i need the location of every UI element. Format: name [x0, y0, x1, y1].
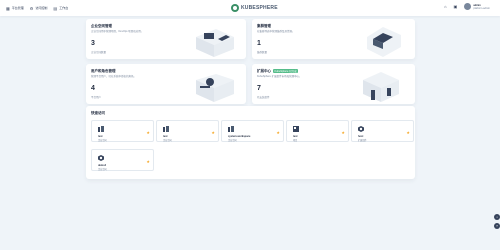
top-bar: ▦ 平台管理 ⚙ 访问控制 ▤ 工作台 KUBESPHERE ⌂ ▣ admin… — [0, 0, 500, 16]
quick-access-panel: 快速访问 test 企业空间 ★ test 企业空间 ★ system-work… — [86, 106, 415, 179]
nav-platform-label: 平台管理 — [11, 6, 24, 10]
quick-tile[interactable]: test 企业空间 ★ — [91, 120, 154, 142]
workspace-icon — [228, 126, 234, 132]
extension-icon — [358, 126, 364, 132]
quick-tile[interactable]: test 项目 ★ — [286, 120, 349, 142]
user-illustration-icon — [196, 74, 234, 102]
logo[interactable]: KUBESPHERE — [231, 4, 278, 12]
platform-icon: ▦ — [6, 5, 10, 11]
card-clusters[interactable]: 集群管理 在集群列表中管理集群及其资源。 1 集群数量 — [252, 19, 415, 59]
tile-type: 扩展组件 — [358, 140, 367, 142]
toolbox-icon[interactable]: ▪ — [494, 214, 500, 220]
quick-tile[interactable]: test 企业空间 ★ — [156, 120, 219, 142]
card-unit: 平台用户 — [91, 96, 102, 99]
card-unit: 集群数量 — [257, 51, 268, 54]
card-users[interactable]: 用户和角色管理 管理平台用户、已在系统中授权的角色。 4 平台用户 — [86, 64, 246, 104]
nav-access-control[interactable]: ⚙ 访问控制 — [30, 6, 48, 11]
tools-icon[interactable]: ⌂ — [444, 4, 446, 9]
card-value: 7 — [257, 85, 261, 92]
floating-tools: ▪ ? — [494, 214, 500, 229]
nav-workbench[interactable]: ▤ 工作台 — [53, 6, 68, 11]
tile-type: 企业空间 — [98, 169, 107, 171]
card-title-text: 扩展中心 — [257, 69, 271, 73]
star-icon[interactable]: ★ — [276, 130, 280, 135]
workspace-icon — [98, 126, 104, 132]
user-menu[interactable]: admin platform-admin — [464, 3, 490, 10]
user-role: platform-admin — [473, 6, 490, 10]
card-value: 3 — [91, 40, 95, 47]
workspace-illustration-icon — [196, 29, 234, 57]
card-unit: 已安装组件 — [257, 96, 270, 99]
card-value: 4 — [91, 85, 95, 92]
logo-mark-icon — [231, 4, 239, 12]
status-badge: KubeSphere 已完成 — [273, 69, 299, 73]
tile-type: 企业空间 — [163, 140, 172, 142]
star-icon[interactable]: ★ — [146, 159, 150, 164]
nav-workbench-label: 工作台 — [59, 6, 69, 10]
logo-text: KUBESPHERE — [241, 5, 278, 11]
quick-access-title: 快速访问 — [91, 111, 105, 115]
tile-type: 企业空间 — [228, 140, 237, 142]
nav-platform[interactable]: ▦ 平台管理 — [6, 6, 24, 11]
top-right-actions: ⌂ ▣ admin platform-admin — [444, 3, 490, 10]
card-value: 1 — [257, 40, 261, 47]
extension-illustration-icon — [363, 72, 399, 102]
tile-type: 项目 — [293, 140, 298, 142]
cluster-illustration-icon — [367, 27, 401, 57]
quick-tile[interactable]: demo4 企业空间 ★ — [91, 149, 154, 171]
card-workspaces[interactable]: 企业空间管理 企业空间用于管理项目、DevOps 项目和应用。 3 企业空间数量 — [86, 19, 246, 59]
card-unit: 企业空间数量 — [91, 51, 107, 54]
workspace-icon — [163, 126, 169, 132]
access-icon: ⚙ — [29, 5, 34, 11]
quick-tile[interactable]: host 扩展组件 ★ — [351, 120, 414, 142]
workbench-icon: ▤ — [53, 5, 58, 11]
notification-icon[interactable]: ▣ — [454, 4, 458, 9]
star-icon[interactable]: ★ — [146, 130, 150, 135]
star-icon[interactable]: ★ — [341, 130, 345, 135]
star-icon[interactable]: ★ — [406, 130, 410, 135]
help-icon[interactable]: ? — [494, 223, 500, 229]
tile-type: 企业空间 — [98, 140, 107, 142]
quick-tile[interactable]: system-workspace 企业空间 ★ — [221, 120, 284, 142]
nav-access-label: 访问控制 — [35, 6, 48, 10]
extension-icon — [98, 155, 104, 161]
avatar — [464, 3, 472, 10]
card-extensions[interactable]: 扩展中心 KubeSphere 已完成 KubeSphere 扩展组件市场和管理中… — [252, 64, 415, 104]
star-icon[interactable]: ★ — [211, 130, 215, 135]
project-icon — [293, 126, 299, 132]
